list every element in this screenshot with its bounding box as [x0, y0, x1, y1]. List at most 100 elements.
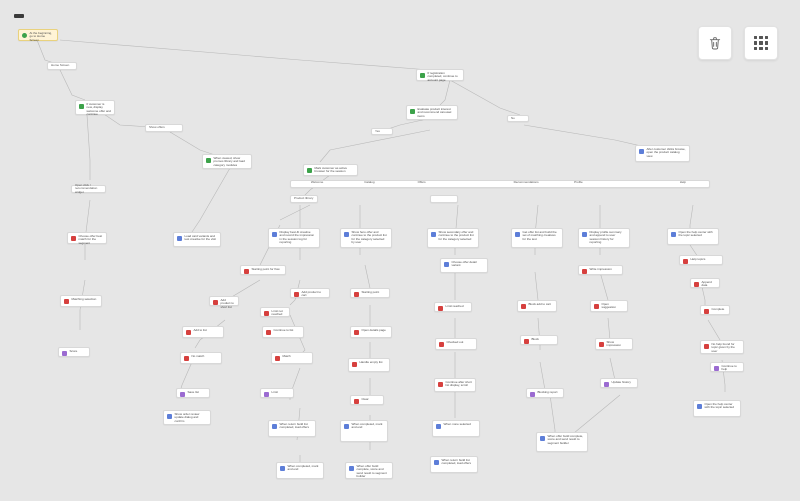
action-icon [213, 300, 218, 305]
node-n56[interactable]: Help topics [679, 255, 723, 265]
node-fin2[interactable]: When offer build complete, score and sen… [345, 462, 393, 479]
action-icon [683, 259, 688, 264]
node-cond-reg[interactable]: If registration completed, continue to a… [416, 69, 464, 81]
action-icon [64, 299, 69, 304]
delete-button[interactable] [698, 26, 732, 60]
action-icon [604, 382, 609, 387]
node-n43[interactable]: Limit [260, 388, 294, 398]
node-n19[interactable]: Get offer list and build the set of matc… [511, 228, 563, 248]
action-icon [599, 342, 604, 347]
node-n16[interactable]: Display best-fit creative and record the… [268, 228, 320, 248]
node-n54[interactable]: Complete [700, 305, 730, 315]
node-n58[interactable]: Continue to help [710, 362, 744, 372]
action-icon [524, 339, 529, 344]
action-icon [352, 362, 357, 367]
node-n27[interactable]: Starting point [350, 288, 390, 298]
node-open-rec[interactable]: Open click / recommendation widget [71, 185, 106, 193]
node-n47[interactable]: When completed, mark and end [340, 420, 388, 442]
branch-icon [79, 104, 84, 109]
node-n38[interactable]: Match [271, 352, 313, 364]
action-icon [354, 330, 359, 335]
action-icon [180, 392, 185, 397]
action-icon [431, 232, 436, 237]
drag-handle-icon[interactable] [14, 14, 24, 18]
node-n37[interactable]: No match [180, 352, 222, 364]
node-n34[interactable]: Checked out [435, 338, 477, 350]
node-n18[interactable]: Show secondary offer and continue to the… [427, 228, 479, 248]
node-n17[interactable]: Show hero offer and continue to the prod… [340, 228, 392, 248]
action-icon [530, 392, 535, 397]
node-n24[interactable]: Matching selection [60, 295, 102, 307]
node-n46[interactable]: When return build list completed, load o… [268, 420, 316, 437]
action-icon [714, 366, 719, 371]
node-show-offers[interactable]: Show offers [145, 124, 183, 132]
node-n20[interactable]: Display profile summary and append to us… [578, 228, 630, 248]
action-icon [344, 424, 349, 429]
node-promo-lib[interactable]: When viewed, show promos library and loa… [202, 154, 252, 169]
node-n25[interactable]: Add product to short list [209, 296, 239, 306]
node-n57[interactable]: No help found for topic given by the use… [700, 340, 744, 354]
flow-edges [0, 0, 800, 501]
node-n52[interactable]: Append data [690, 278, 720, 288]
action-icon [438, 306, 443, 311]
node-n33[interactable]: Open details page [350, 326, 392, 338]
node-n51[interactable]: Open suggestion [590, 300, 628, 312]
node-n28[interactable]: Limit reached [434, 302, 472, 312]
node-yes[interactable]: Yes [371, 128, 393, 135]
node-n30[interactable]: Limit not reached [260, 307, 290, 317]
node-home[interactable]: Home Screen [47, 62, 77, 70]
toolbar [698, 26, 778, 60]
action-icon [594, 304, 599, 309]
node-cond-new[interactable]: If customer is new, display welcome offe… [75, 100, 115, 115]
node-n26[interactable]: Add product to cart [290, 288, 330, 298]
node-n29[interactable]: Block add to cart [517, 300, 557, 312]
node-n39[interactable]: Handle empty list [348, 358, 390, 372]
node-n15[interactable]: Load card variants and test creative for… [173, 232, 221, 247]
action-icon [521, 304, 526, 309]
flow-canvas[interactable]: At the beginning, go to Home Screen Home… [0, 0, 800, 501]
node-help-end[interactable]: Open the help center with the topic sele… [693, 400, 741, 417]
node-fin1[interactable]: When completed, mark and end [276, 462, 324, 479]
branch-icon [410, 109, 415, 114]
action-icon [275, 356, 280, 361]
node-eval[interactable]: Evaluate product interest and recommend … [406, 105, 458, 120]
node-n50[interactable]: Write impression [578, 265, 623, 275]
action-icon [244, 269, 249, 274]
node-n13[interactable] [430, 195, 458, 203]
node-n44[interactable]: Clear [350, 395, 384, 405]
node-n36[interactable]: Score [58, 347, 90, 357]
node-n49[interactable]: Open the help center with the topic sele… [667, 228, 719, 245]
node-n22[interactable]: Starting point for flow [240, 265, 286, 275]
action-icon [438, 382, 443, 387]
action-icon [582, 269, 587, 274]
node-open-catalog[interactable]: After customer clicks browse, open the p… [635, 145, 690, 162]
action-icon [71, 236, 76, 241]
layout-grid-button[interactable] [744, 26, 778, 60]
node-n12[interactable]: Product library [290, 195, 318, 203]
grid-icon [754, 36, 768, 50]
node-no[interactable]: No [507, 115, 529, 122]
node-n32[interactable]: Continue to list [262, 326, 304, 338]
action-icon [639, 149, 644, 154]
action-icon [444, 262, 449, 267]
node-n23[interactable]: Choose offer detail variant [440, 258, 488, 273]
action-icon [272, 424, 277, 429]
action-icon [264, 392, 269, 397]
action-icon [349, 466, 354, 471]
node-n48s[interactable]: When none selected [432, 420, 480, 437]
node-n45[interactable]: Show order review update dialog and conf… [163, 410, 211, 425]
node-n40[interactable]: Save list [176, 388, 210, 398]
node-n35[interactable]: Block [520, 335, 558, 345]
node-n31[interactable]: Add to list [182, 326, 224, 338]
node-active[interactable]: Mark customer as active browser for the … [303, 164, 358, 176]
node-n48[interactable]: When offer build complete, score and sen… [536, 432, 588, 452]
node-n41[interactable]: Continue after short list display, scrol… [434, 378, 476, 392]
action-icon [177, 236, 182, 241]
start-node[interactable]: At the beginning, go to Home Screen [18, 29, 58, 41]
node-n53[interactable]: Show impression [595, 338, 633, 350]
node-fin3[interactable]: When return build list completed, load o… [430, 456, 478, 473]
node-n42[interactable]: Blocking report [526, 388, 564, 398]
node-n14[interactable]: Choose offer best match for the segment [67, 232, 107, 244]
node-n55[interactable]: Update history [600, 378, 638, 388]
action-icon [354, 399, 359, 404]
